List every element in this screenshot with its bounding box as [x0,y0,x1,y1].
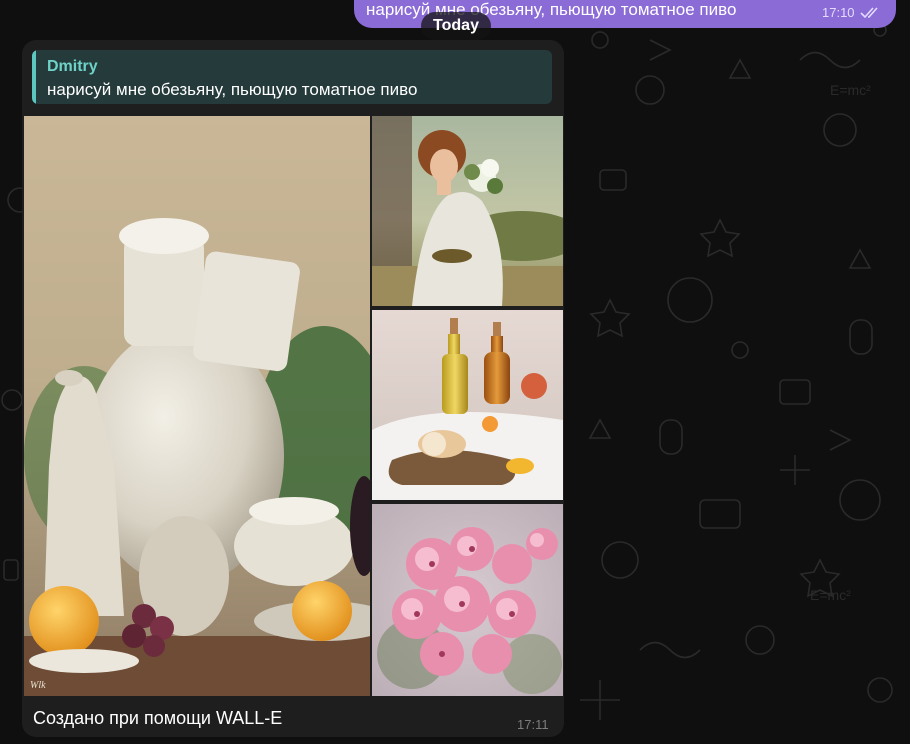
svg-text:E=mc²: E=mc² [830,82,871,98]
reply-accent-bar [32,50,36,104]
double-check-icon [860,7,878,19]
incoming-message-time: 17:11 [517,717,549,732]
date-separator: Today [421,12,491,40]
still-life-jugs-image[interactable]: Wlk [24,116,370,696]
svg-text:E=mc²: E=mc² [810,587,851,603]
reply-quote[interactable]: Dmitry нарисуй мне обезьяну, пьющую тома… [32,50,552,104]
reply-text: нарисуй мне обезьяну, пьющую томатное пи… [47,80,418,99]
reply-author: Dmitry [47,58,98,75]
svg-text:Wlk: Wlk [30,680,46,691]
date-separator-label: Today [433,17,479,34]
outgoing-message-time: 17:10 [822,5,855,20]
oil-bottles-image[interactable] [372,310,563,500]
incoming-message-bubble[interactable]: Dmitry нарисуй мне обезьяну, пьющую тома… [22,40,564,737]
woman-with-flowers-image[interactable] [372,116,563,306]
pink-flowers-image[interactable] [372,504,563,696]
message-caption: Создано при помощи WALL-E [33,708,283,728]
